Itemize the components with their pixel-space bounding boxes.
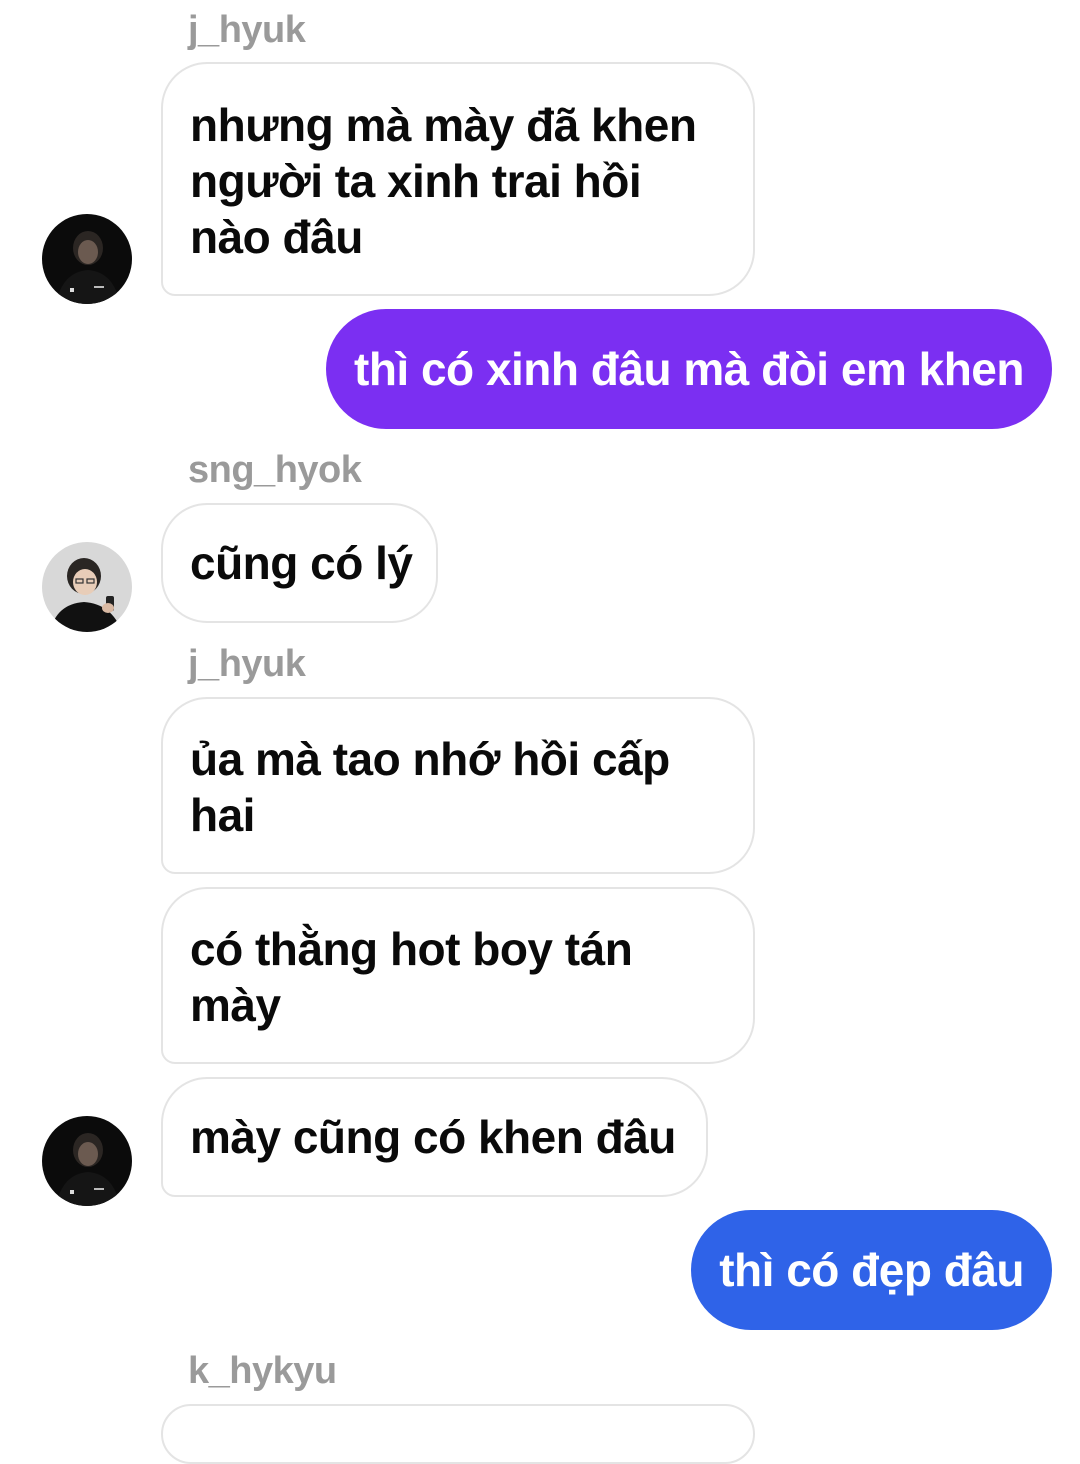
message-text: cũng có lý <box>190 537 413 589</box>
incoming-message-bubble[interactable]: có thằng hot boy tán mày <box>161 887 755 1064</box>
incoming-message-bubble[interactable] <box>161 1404 755 1464</box>
incoming-message-bubble[interactable]: mày cũng có khen đâu <box>161 1077 708 1197</box>
incoming-message-bubble[interactable]: ủa mà tao nhớ hồi cấp hai <box>161 697 755 874</box>
message-text: nhưng mà mày đã khen người ta xinh trai … <box>190 99 697 263</box>
message-text: có thằng hot boy tán mày <box>190 923 633 1031</box>
message-text: ủa mà tao nhớ hồi cấp hai <box>190 733 670 841</box>
avatar-dark-hoodie-icon <box>42 1116 132 1206</box>
message-text: thì có đẹp đâu <box>719 1244 1024 1296</box>
avatar-j-hyuk[interactable] <box>42 214 132 304</box>
message-text: mày cũng có khen đâu <box>190 1111 676 1163</box>
avatar-dark-hoodie-icon <box>42 214 132 304</box>
sender-name: j_hyuk <box>188 643 306 685</box>
sender-name: sng_hyok <box>188 449 362 491</box>
sender-name: j_hyuk <box>188 9 306 51</box>
incoming-message-bubble[interactable]: nhưng mà mày đã khen người ta xinh trai … <box>161 62 755 296</box>
outgoing-message-bubble[interactable]: thì có xinh đâu mà đòi em khen <box>326 309 1052 429</box>
sender-name: k_hykyu <box>188 1350 337 1392</box>
incoming-message-bubble[interactable]: cũng có lý <box>161 503 438 623</box>
outgoing-message-bubble[interactable]: thì có đẹp đâu <box>691 1210 1052 1330</box>
avatar-sng-hyok[interactable] <box>42 542 132 632</box>
avatar-j-hyuk[interactable] <box>42 1116 132 1206</box>
message-text: thì có xinh đâu mà đòi em khen <box>354 343 1025 395</box>
avatar-glasses-phone-icon <box>42 542 132 632</box>
